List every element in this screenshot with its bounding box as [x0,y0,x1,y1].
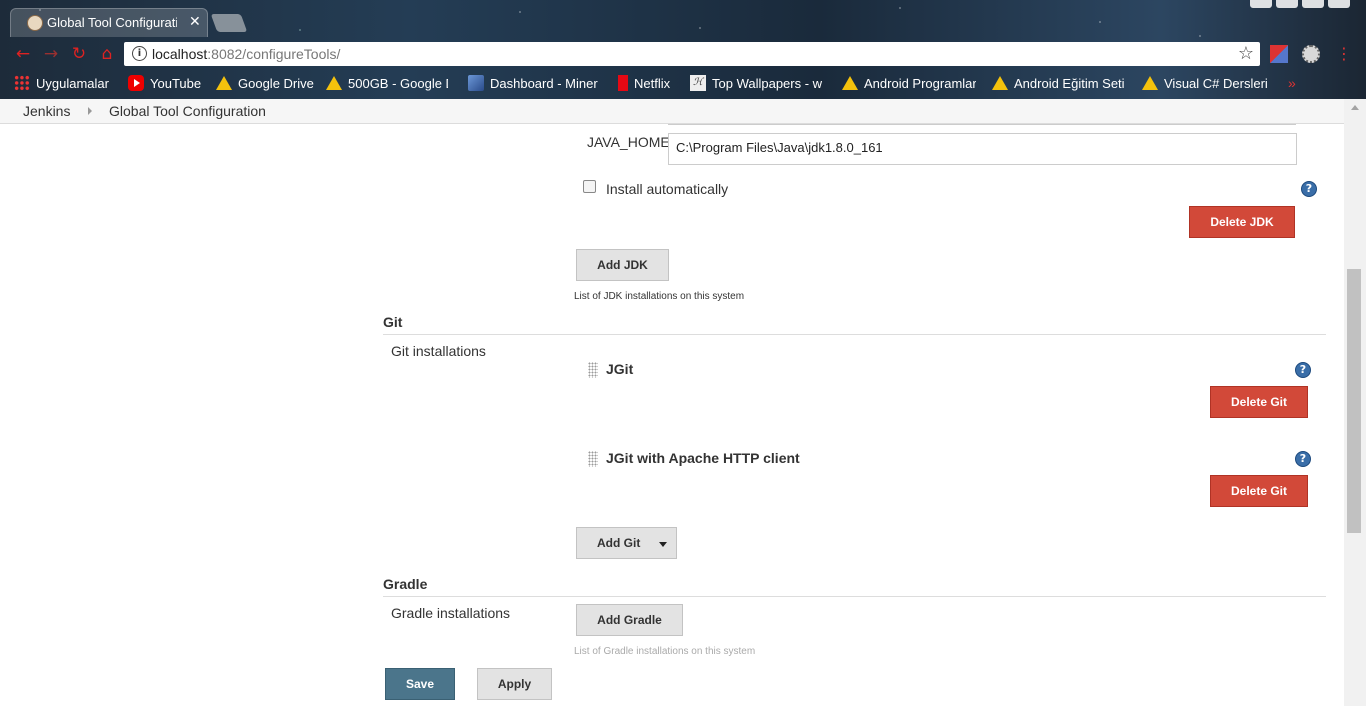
jdk-list-hint: List of JDK installations on this system [574,291,745,302]
git-section-title: Git [383,314,403,330]
add-git-label: Add Git [597,536,641,550]
breadcrumb: Jenkins Global Tool Configuration [0,99,1366,124]
bookmark-label: Android Eğitim Seti [1014,75,1125,91]
bookmark-netflix[interactable]: Netflix [618,75,690,91]
maximize-icon[interactable] [1302,0,1324,8]
miner-icon [468,75,484,91]
forward-arrow-icon[interactable]: → [42,44,60,64]
reload-icon[interactable]: ↻ [70,44,88,64]
bookmark-label: Dashboard - MinerG [490,75,598,91]
scrollbar-thumb[interactable] [1347,269,1361,533]
extension-icon[interactable] [1270,45,1288,63]
help-icon[interactable]: ? [1295,362,1311,378]
bookmark-label: YouTube [150,75,202,91]
add-gradle-button[interactable]: Add Gradle [576,604,683,636]
bookmark-top-wallpapers[interactable]: ℋ Top Wallpapers - we [690,75,842,91]
back-arrow-icon[interactable]: ← [14,44,32,64]
google-drive-icon [216,76,232,90]
gradle-list-hint: List of Gradle installations on this sys… [574,646,756,657]
home-icon[interactable]: ⌂ [98,44,116,64]
gradle-section-divider [383,596,1326,597]
bookmark-label: Visual C# Dersleri [1164,75,1268,91]
breadcrumb-global-tool-configuration[interactable]: Global Tool Configuration [109,103,266,119]
url-text[interactable]: localhost:8082/configureTools/ [152,46,340,62]
bookmark-label: Top Wallpapers - we [712,75,822,91]
google-drive-icon [1142,76,1158,90]
browser-chrome: Global Tool Configuratio ✕ ← → ↻ ⌂ i loc… [0,0,1366,99]
new-tab-button[interactable] [210,14,248,32]
url-path: :8082/configureTools/ [207,46,341,62]
main-content: JAVA_HOME C:\Program Files\Java\jdk1.8.0… [0,124,1344,706]
bookmark-label: Netflix [634,75,671,91]
navigation-buttons: ← → ↻ ⌂ [14,44,116,64]
site-info-icon[interactable]: i [132,46,147,61]
tab-title: Global Tool Configuratio [47,15,177,30]
user-profile-icon[interactable] [1250,0,1272,8]
bookmark-visual-csharp[interactable]: Visual C# Dersleri [1142,76,1278,91]
install-automatically-label: Install automatically [606,181,729,197]
window-controls [1250,0,1350,8]
scroll-up-arrow-icon[interactable] [1351,105,1359,110]
install-automatically-checkbox[interactable] [583,180,596,193]
apply-button[interactable]: Apply [477,668,552,700]
git-installation-name: JGit with Apache HTTP client [606,450,800,466]
bookmark-google-drive[interactable]: Google Drive [216,76,326,91]
delete-git-button[interactable]: Delete Git [1210,475,1308,507]
bookmark-label: Android Programlar [864,75,976,91]
apps-grid-icon [14,75,30,91]
drag-handle-icon[interactable] [588,451,598,467]
more-bookmarks-icon[interactable]: » [1288,75,1296,91]
chevron-down-icon [659,542,667,547]
bookmark-500gb-drive[interactable]: 500GB - Google Dr [326,76,468,91]
tab-close-icon[interactable]: ✕ [189,14,201,30]
wallpaper-icon: ℋ [690,75,706,91]
jenkins-favicon-icon [27,15,43,31]
previous-field-border [668,124,1296,125]
bookmark-android-egitim[interactable]: Android Eğitim Seti [992,76,1142,91]
help-icon[interactable]: ? [1295,451,1311,467]
google-drive-icon [326,76,342,90]
google-drive-icon [842,76,858,90]
bookmark-label: 500GB - Google Dr [348,75,448,91]
netflix-icon [618,75,628,91]
bookmark-minergate[interactable]: Dashboard - MinerG [468,75,618,91]
add-jdk-button[interactable]: Add JDK [576,249,669,281]
url-host: localhost [152,46,208,62]
git-installations-label: Git installations [391,343,486,359]
git-section-divider [383,334,1326,335]
minimize-icon[interactable] [1276,0,1298,8]
extension-settings-icon[interactable] [1302,45,1320,63]
browser-tab-active[interactable]: Global Tool Configuratio ✕ [10,8,208,37]
help-icon[interactable]: ? [1301,181,1317,197]
delete-jdk-button[interactable]: Delete JDK [1189,206,1295,238]
breadcrumb-separator-icon[interactable] [88,107,92,115]
bookmark-label: Google Drive [238,75,314,91]
bookmark-star-icon[interactable]: ☆ [1238,43,1254,64]
browser-menu-icon[interactable]: ⋮ [1336,44,1352,63]
java-home-label: JAVA_HOME [587,134,670,150]
page-scrollbar[interactable] [1344,99,1366,706]
breadcrumb-jenkins[interactable]: Jenkins [23,103,70,119]
gradle-section-title: Gradle [383,576,428,592]
youtube-icon [128,75,144,91]
java-home-input[interactable]: C:\Program Files\Java\jdk1.8.0_161 [668,133,1297,165]
drag-handle-icon[interactable] [588,362,598,378]
bookmark-youtube[interactable]: YouTube [128,75,216,91]
bookmark-apps[interactable]: Uygulamalar [14,75,128,91]
form-action-bar: Save Apply [0,658,1344,706]
bookmark-android-programlar[interactable]: Android Programlar [842,76,992,91]
gradle-installations-label: Gradle installations [391,605,511,621]
address-bar[interactable]: i localhost:8082/configureTools/ ☆ [124,42,1260,66]
delete-git-button[interactable]: Delete Git [1210,386,1308,418]
add-git-dropdown-button[interactable]: Add Git [576,527,677,559]
bookmarks-bar: Uygulamalar YouTube Google Drive 500GB -… [14,72,1354,94]
close-window-icon[interactable] [1328,0,1350,8]
google-drive-icon [992,76,1008,90]
git-installation-name: JGit [606,361,634,377]
save-button[interactable]: Save [385,668,455,700]
bookmark-label: Uygulamalar [36,75,109,91]
